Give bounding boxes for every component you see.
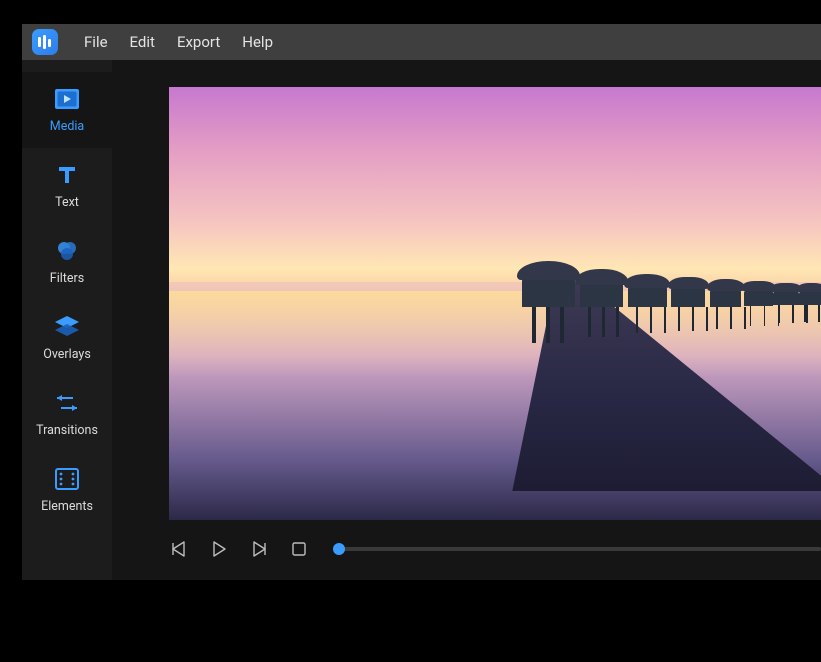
play-button[interactable] [209,539,229,559]
next-frame-button[interactable] [249,539,269,559]
menu-file[interactable]: File [84,33,108,51]
menu-export[interactable]: Export [177,33,220,51]
prev-frame-button[interactable] [169,539,189,559]
timeline-scrubber[interactable] [339,547,821,551]
media-icon [53,87,81,111]
playback-controls [169,532,821,566]
transitions-icon [53,391,81,415]
menu-edit[interactable]: Edit [130,33,155,51]
sidebar-label: Overlays [43,347,91,362]
sidebar-item-media[interactable]: Media [22,72,112,148]
sidebar-label: Transitions [36,423,98,438]
overlays-icon [53,315,81,339]
sidebar-item-elements[interactable]: Elements [22,452,112,528]
sidebar-label: Text [55,195,79,210]
sidebar-label: Elements [41,499,93,514]
filters-icon [53,239,81,263]
sidebar-item-overlays[interactable]: Overlays [22,300,112,376]
workspace: Media Text Filters [22,60,821,580]
sidebar: Media Text Filters [22,60,112,580]
sidebar-item-transitions[interactable]: Transitions [22,376,112,452]
menu-help[interactable]: Help [242,33,273,51]
sidebar-item-filters[interactable]: Filters [22,224,112,300]
preview-viewport [169,87,821,520]
text-icon [53,163,81,187]
playhead-handle[interactable] [333,543,345,555]
menu-bar: File Edit Export Help [22,24,821,60]
sidebar-label: Filters [50,271,84,286]
app-logo-icon [32,29,58,55]
preview-pane [112,60,821,580]
elements-icon [53,467,81,491]
stop-button[interactable] [289,539,309,559]
sidebar-label: Media [50,119,84,134]
sidebar-item-text[interactable]: Text [22,148,112,224]
